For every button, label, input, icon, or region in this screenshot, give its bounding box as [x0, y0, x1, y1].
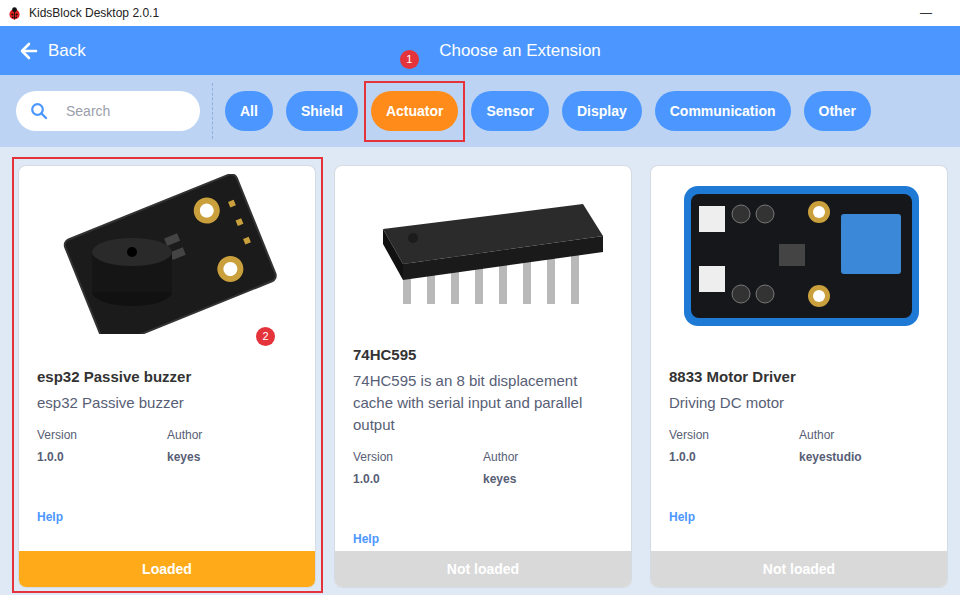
- filter-item: Other: [804, 91, 871, 131]
- window-title: KidsBlock Desktop 2.0.1: [29, 4, 159, 22]
- filter-button[interactable]: Other: [804, 91, 871, 131]
- author-label: Author: [483, 448, 518, 466]
- help-link[interactable]: Help: [669, 508, 929, 526]
- motor-driver-icon: [669, 174, 929, 334]
- version-label: Version: [37, 426, 167, 444]
- extension-name: 74HC595: [353, 344, 613, 367]
- version-value: 1.0.0: [353, 470, 483, 488]
- version-column: Version 1.0.0: [669, 426, 799, 466]
- author-value: keyes: [483, 470, 518, 488]
- filter-button[interactable]: Shield: [286, 91, 358, 131]
- magnifier-icon: [30, 102, 48, 120]
- load-status[interactable]: Not loaded: [335, 551, 631, 587]
- filter-button[interactable]: Communication: [655, 91, 791, 131]
- extension-card-slot: 74HC595 74HC595 is an 8 bit displacement …: [334, 165, 632, 588]
- author-column: Author keyestudio: [799, 426, 862, 466]
- help-link[interactable]: Help: [37, 508, 297, 526]
- filter-list: All Shield Actuator1 Sensor Display Communica…: [225, 91, 871, 131]
- version-column: Version 1.0.0: [353, 448, 483, 488]
- version-value: 1.0.0: [37, 448, 167, 466]
- extension-card-slot: esp32 Passive buzzer esp32 Passive buzzer…: [18, 165, 316, 588]
- filter-item: Shield: [286, 91, 358, 131]
- extension-meta: Version 1.0.0Author keyestudio: [669, 426, 929, 466]
- search-input[interactable]: [64, 100, 186, 123]
- filter-separator: [212, 83, 213, 139]
- extension-body: 74HC595 74HC595 is an 8 bit displacement …: [335, 341, 631, 551]
- filter-item: Sensor: [471, 91, 548, 131]
- help-link[interactable]: Help: [353, 530, 613, 548]
- annotation-badge: 1: [400, 50, 419, 69]
- back-arrow-icon: [20, 42, 38, 60]
- extension-meta: Version 1.0.0Author keyes: [37, 426, 297, 466]
- extension-meta: Version 1.0.0Author keyes: [353, 448, 613, 488]
- search-box[interactable]: [16, 91, 200, 131]
- filter-button[interactable]: Sensor: [471, 91, 548, 131]
- version-value: 1.0.0: [669, 448, 799, 466]
- extension-grid: esp32 Passive buzzer esp32 Passive buzzer…: [0, 147, 960, 588]
- extension-description: Driving DC motor: [669, 392, 929, 414]
- version-label: Version: [353, 448, 483, 466]
- annotation-box: [12, 157, 323, 593]
- filter-item: Display: [562, 91, 642, 131]
- annotation-box: [364, 81, 466, 142]
- extension-description: esp32 Passive buzzer: [37, 392, 297, 414]
- extension-picture: [651, 166, 947, 341]
- extension-card[interactable]: 74HC595 74HC595 is an 8 bit displacement …: [334, 165, 632, 588]
- author-label: Author: [167, 426, 202, 444]
- author-column: Author keyes: [483, 448, 518, 488]
- back-button[interactable]: Back: [0, 38, 180, 64]
- title-bar: KidsBlock Desktop 2.0.1 —: [0, 0, 960, 26]
- ladybug-icon: [8, 7, 21, 20]
- header-title: Choose an Extension: [180, 38, 860, 64]
- extension-body: esp32 Passive buzzer esp32 Passive buzzer…: [19, 341, 315, 551]
- extension-picture: [19, 166, 315, 341]
- extension-card-slot: 8833 Motor Driver Driving DC motor Version…: [650, 165, 948, 588]
- author-value: keyes: [167, 448, 202, 466]
- version-label: Version: [669, 426, 799, 444]
- extension-card[interactable]: 8833 Motor Driver Driving DC motor Version…: [650, 165, 948, 588]
- extension-description: 74HC595 is an 8 bit displacement cache w…: [353, 370, 613, 436]
- minimize-button[interactable]: —: [920, 4, 932, 22]
- back-label: Back: [48, 38, 86, 64]
- filter-item: All: [225, 91, 273, 131]
- author-label: Author: [799, 426, 862, 444]
- buzzer-icon: [37, 174, 297, 334]
- annotation-badge: 2: [256, 327, 275, 346]
- author-column: Author keyes: [167, 426, 202, 466]
- version-column: Version 1.0.0: [37, 426, 167, 466]
- filter-button[interactable]: All: [225, 91, 273, 131]
- chip-icon: [353, 174, 613, 334]
- header-bar: Back Choose an Extension: [0, 26, 960, 75]
- extension-picture: [335, 166, 631, 341]
- filter-bar: All Shield Actuator1 Sensor Display Communica…: [0, 75, 960, 147]
- extension-card[interactable]: esp32 Passive buzzer esp32 Passive buzzer…: [18, 165, 316, 588]
- extension-body: 8833 Motor Driver Driving DC motor Version…: [651, 341, 947, 551]
- filter-item: Actuator1: [371, 91, 459, 131]
- filter-button[interactable]: Display: [562, 91, 642, 131]
- extension-name: esp32 Passive buzzer: [37, 366, 297, 389]
- load-status[interactable]: Loaded: [19, 551, 315, 587]
- filter-button[interactable]: Actuator: [371, 91, 459, 131]
- extension-name: 8833 Motor Driver: [669, 366, 929, 389]
- author-value: keyestudio: [799, 448, 862, 466]
- load-status[interactable]: Not loaded: [651, 551, 947, 587]
- filter-item: Communication: [655, 91, 791, 131]
